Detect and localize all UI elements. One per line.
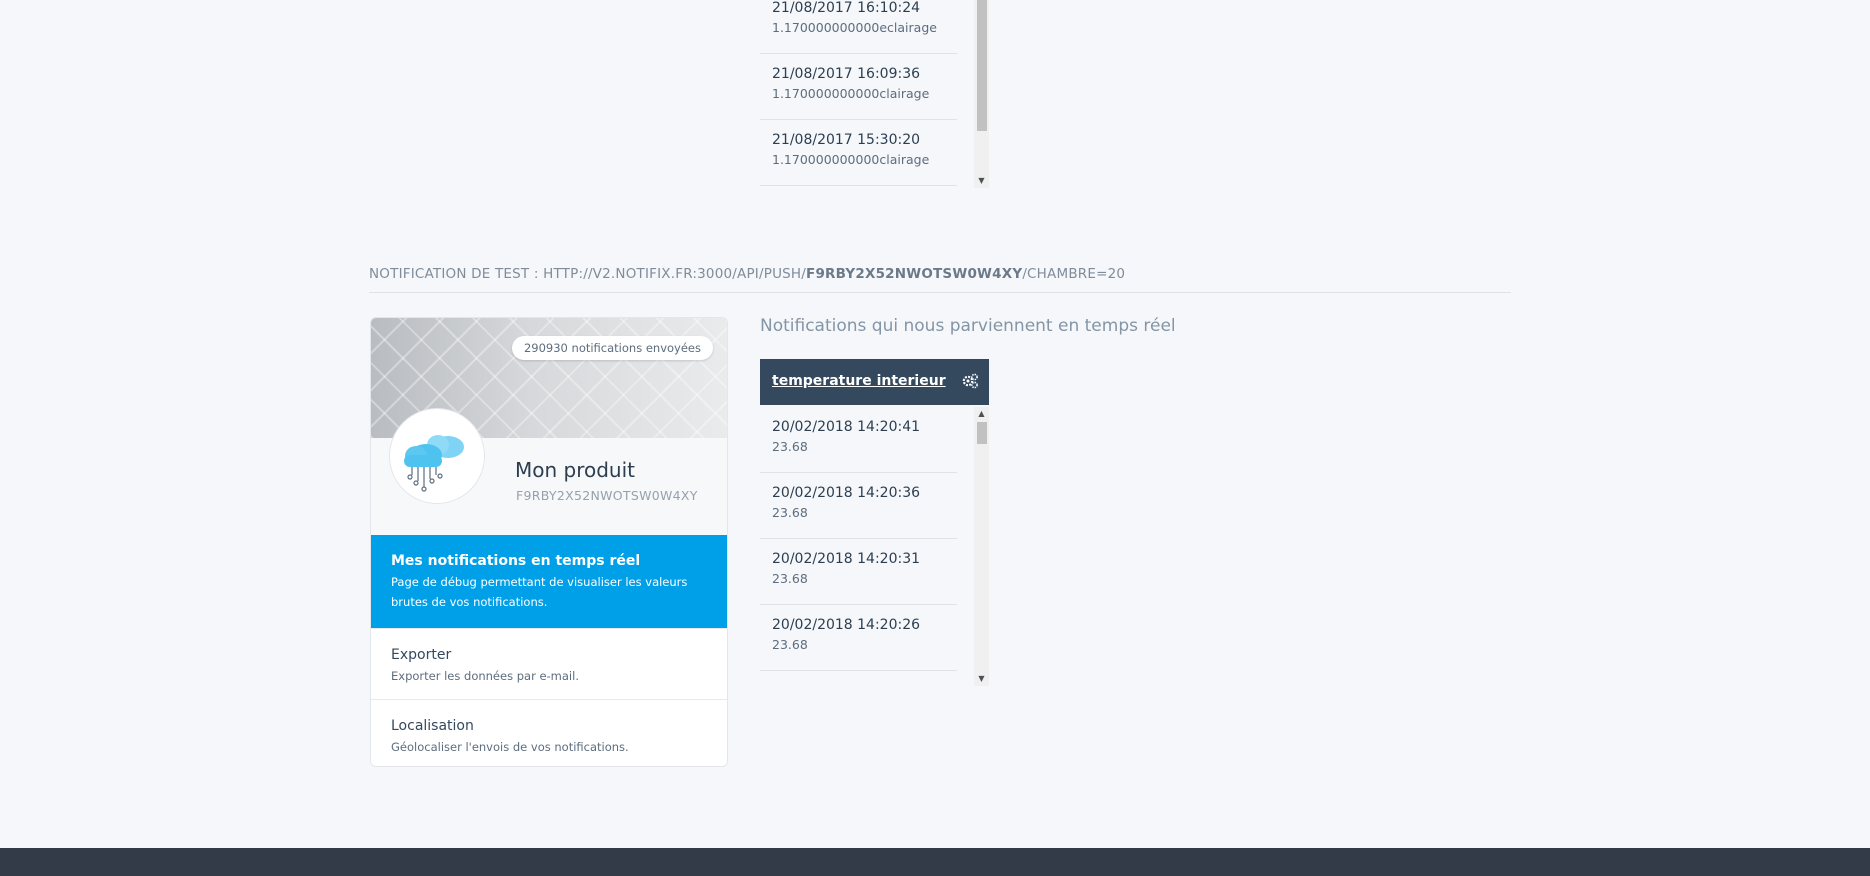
list-item-value: 23.68 [772,637,808,652]
list-item: 21/08/2017 16:10:24 1.170000000000eclair… [760,0,957,54]
widget-title-link[interactable]: temperature interieur [772,373,946,389]
avatar [389,408,485,504]
list-item-date: 20/02/2018 14:20:36 [772,485,921,501]
product-key: F9RBY2X52NWOTSW0W4XY [516,488,698,503]
menu-item-localisation[interactable]: Localisation Géolocaliser l'envois de vo… [371,699,727,766]
scrollbar[interactable]: ▼ [974,0,989,188]
test-notification-url: NOTIFICATION DE TEST : HTTP://V2.NOTIFIX… [369,266,1511,293]
footer [0,848,1870,876]
list-item: 20/02/2018 14:20:31 23.68 [760,539,957,605]
list-item: 21/08/2017 15:30:20 1.170000000000claira… [760,120,957,186]
list-item: 20/02/2018 14:20:36 23.68 [760,473,957,539]
scrollbar[interactable]: ▲ ▼ [974,407,989,686]
scrollbar-thumb[interactable] [977,0,987,131]
list-item-date: 21/08/2017 16:10:24 [772,0,921,16]
list-item-value: 1.170000000000clairage [772,152,930,167]
widget-header: temperature interieur [760,359,989,405]
product-card: 290930 notifications envoyées Mon produi… [370,317,728,767]
list-item-date: 21/08/2017 15:30:20 [772,132,921,148]
test-url-prefix: NOTIFICATION DE TEST : HTTP://V2.NOTIFIX… [369,266,807,282]
menu-item-description: Page de débug permettant de visualiser l… [391,575,688,609]
list-item-date: 20/02/2018 14:20:41 [772,419,921,435]
menu-item-title: Exporter [391,647,452,663]
menu-item-realtime-notifications[interactable]: Mes notifications en temps réel Page de … [371,535,727,628]
scroll-down-arrow-icon[interactable]: ▼ [974,672,989,686]
list-item-date: 20/02/2018 14:20:31 [772,551,921,567]
test-url-key: F9RBY2X52NWOTSW0W4XY [806,266,1023,282]
scrollbar-thumb[interactable] [977,422,987,444]
realtime-heading: Notifications qui nous parviennent en te… [760,316,1176,336]
list-item-value: 1.170000000000clairage [772,86,930,101]
top-notification-list[interactable]: 21/08/2017 16:10:24 1.170000000000eclair… [760,0,989,188]
list-item-value: 23.68 [772,439,808,454]
list-item-value: 23.68 [772,571,808,586]
list-item: 20/02/2018 14:20:41 23.68 [760,407,957,473]
list-item: 20/02/2018 14:20:26 23.68 [760,605,957,671]
product-name: Mon produit [515,458,636,482]
realtime-notification-list[interactable]: 20/02/2018 14:20:41 23.68 20/02/2018 14:… [760,407,989,686]
list-item-date: 20/02/2018 14:20:26 [772,617,921,633]
list-item-value: 1.170000000000eclairage [772,20,937,35]
list-item-value: 23.68 [772,505,808,520]
notifications-count-badge: 290930 notifications envoyées [511,336,713,360]
gears-icon[interactable] [961,372,979,390]
list-item: 21/08/2017 16:09:36 1.170000000000claira… [760,54,957,120]
menu-item-description: Exporter les données par e-mail. [391,669,579,683]
cloud-icon [404,435,464,492]
menu-item-title: Localisation [391,718,474,734]
scroll-up-arrow-icon[interactable]: ▲ [974,407,989,421]
scroll-down-arrow-icon[interactable]: ▼ [974,174,989,188]
list-item-date: 21/08/2017 16:09:36 [772,66,921,82]
menu-item-description: Géolocaliser l'envois de vos notificatio… [391,740,629,754]
menu-item-export[interactable]: Exporter Exporter les données par e-mail… [371,628,727,699]
test-url-suffix: /CHAMBRE=20 [1022,266,1126,282]
menu-item-title: Mes notifications en temps réel [391,553,641,569]
